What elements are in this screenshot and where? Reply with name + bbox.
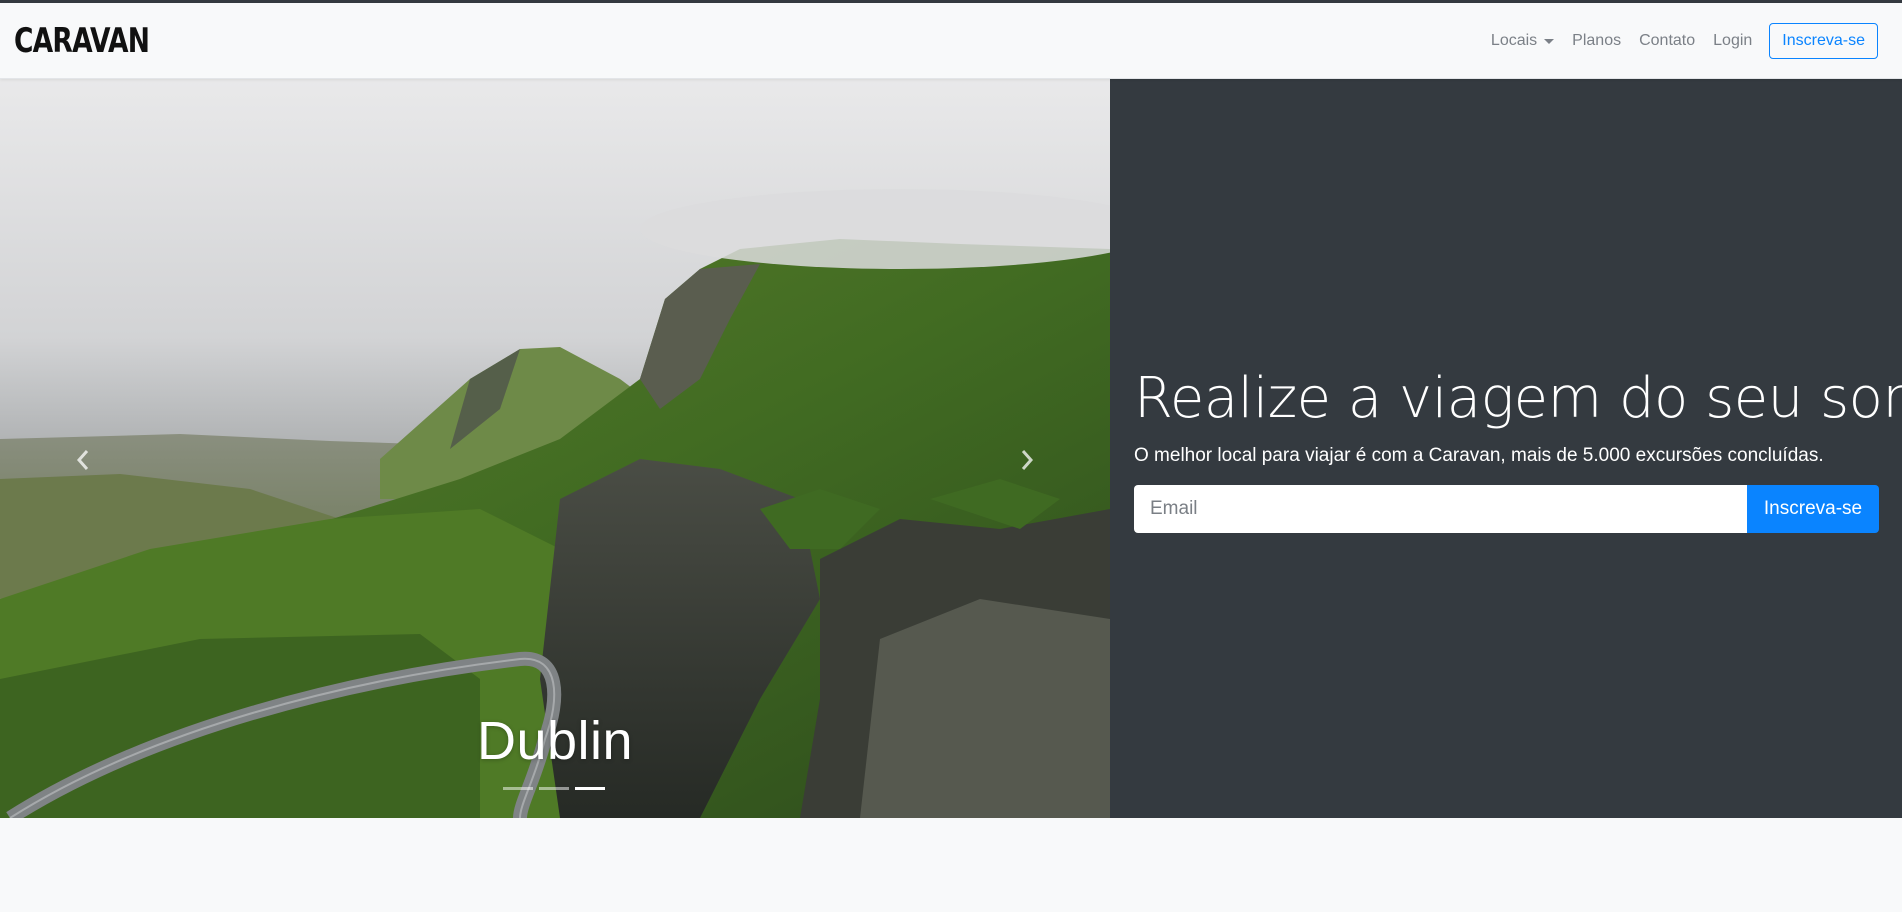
carousel-landscape-image xyxy=(0,79,1110,818)
page-body-area xyxy=(0,818,1902,912)
nav-item-contato[interactable]: Contato xyxy=(1630,32,1704,50)
hero-signup-panel: Realize a viagem do seu sonho O melhor l… xyxy=(1110,79,1902,818)
chevron-left-icon xyxy=(76,450,89,470)
nav-item-locais[interactable]: Locais xyxy=(1482,32,1563,50)
hero-lead-text: O melhor local para viajar é com a Carav… xyxy=(1134,445,1824,466)
signup-form: Inscreva-se xyxy=(1134,485,1879,533)
carousel-indicator[interactable] xyxy=(539,787,569,790)
nav-item-label: Locais xyxy=(1490,31,1538,49)
hero-headline: Realize a viagem do seu sonho xyxy=(1134,366,1902,431)
carousel-next-button[interactable] xyxy=(1007,440,1047,480)
nav-item-login[interactable]: Login xyxy=(1704,32,1761,50)
nav-links: Locais Planos Contato Login Inscreva-se xyxy=(1482,22,1878,59)
email-input[interactable] xyxy=(1134,485,1747,533)
carousel-indicator-active[interactable] xyxy=(575,787,605,790)
carousel: Dublin xyxy=(0,79,1110,818)
signup-button[interactable]: Inscreva-se xyxy=(1747,485,1879,533)
chevron-right-icon xyxy=(1021,450,1034,470)
caret-down-icon xyxy=(1544,39,1555,44)
navbar: CARAVAN Locais Planos Contato Login Insc… xyxy=(0,3,1902,79)
carousel-indicator[interactable] xyxy=(503,787,533,790)
brand-logo[interactable]: CARAVAN xyxy=(14,21,150,61)
nav-item-planos[interactable]: Planos xyxy=(1563,32,1630,50)
carousel-prev-button[interactable] xyxy=(63,440,103,480)
carousel-indicators xyxy=(503,787,605,790)
carousel-caption: Dublin xyxy=(476,711,634,771)
signup-nav-button[interactable]: Inscreva-se xyxy=(1769,22,1878,59)
